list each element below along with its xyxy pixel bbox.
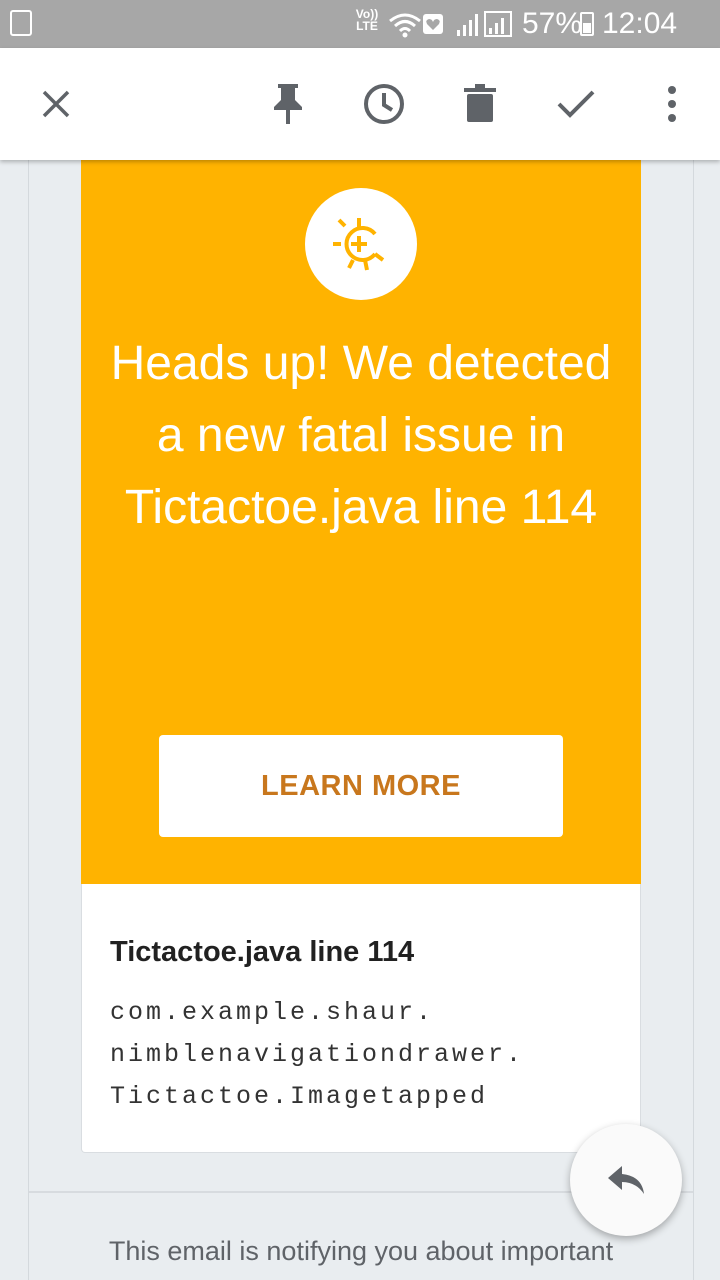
status-bar: Vo)) LTE 57% 12:04 am (0, 0, 720, 76)
reply-button[interactable] (570, 1124, 682, 1236)
delete-icon (464, 84, 496, 122)
volte-indicator: Vo)) LTE (355, 7, 379, 33)
pin-button[interactable] (260, 76, 316, 132)
reply-icon (608, 1166, 644, 1194)
snooze-button[interactable] (356, 76, 412, 132)
crash-icon-badge (305, 188, 417, 300)
crashlytics-icon (333, 218, 385, 271)
snooze-clock-icon (364, 84, 404, 124)
learn-more-button[interactable]: LEARN MORE (159, 735, 563, 837)
close-button[interactable] (28, 76, 84, 132)
close-icon (42, 90, 70, 118)
signal-icon (457, 11, 512, 37)
more-options-button[interactable] (644, 76, 700, 132)
delete-button[interactable] (452, 76, 508, 132)
alert-card: Heads up! We detected a new fatal issue … (81, 160, 641, 884)
battery-percent: 57% (522, 7, 583, 40)
pin-icon (274, 84, 302, 124)
more-vert-icon (668, 86, 676, 122)
notification-heart-icon (423, 14, 443, 34)
mark-done-button[interactable] (548, 76, 604, 132)
wifi-icon (389, 13, 421, 38)
sim-icon (10, 10, 32, 36)
battery-icon (580, 12, 594, 36)
issue-title: Tictactoe.java line 114 (110, 936, 415, 968)
email-toolbar (0, 48, 720, 160)
alert-headline: Heads up! We detected a new fatal issue … (110, 337, 612, 534)
email-body: Heads up! We detected a new fatal issue … (28, 160, 694, 1280)
footer-notice: This email is notifying you about import… (108, 1236, 614, 1266)
issue-stack-trace: com.example.shaur. nimblenavigationdrawe… (110, 998, 525, 1111)
issue-detail-card: Tictactoe.java line 114 com.example.shau… (81, 884, 641, 1153)
done-check-icon (557, 90, 595, 118)
